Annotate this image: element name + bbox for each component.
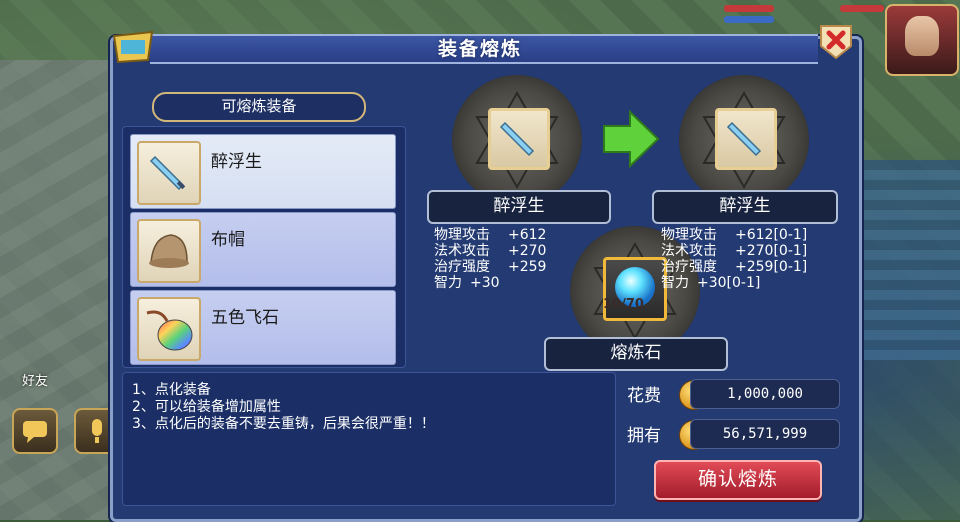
item-slot — [137, 219, 201, 283]
stat-label: 物理攻击 — [434, 227, 490, 243]
cost-label: 花费 — [627, 386, 661, 406]
arrow-right-icon — [603, 109, 660, 169]
item-slot — [137, 141, 201, 205]
dagger-icon — [726, 121, 762, 157]
close-button[interactable] — [815, 20, 857, 62]
dagger-icon — [149, 155, 186, 191]
mp-bar — [724, 16, 774, 23]
list-item-label: 布帽 — [211, 230, 245, 250]
description-line: 3、点化后的装备不要去重铸，后果会很严重！！ — [132, 416, 435, 432]
item-slot — [137, 297, 201, 361]
list-item-five-color-stone[interactable]: 五色飞石 — [130, 290, 396, 365]
result-stats: 物理攻击 +612[0-1] 法术攻击 +270[0-1] 治疗强度 +259[0-1… — [661, 227, 807, 291]
result-equipment-slot[interactable] — [715, 108, 777, 170]
cost-value: 1,000,000 — [690, 379, 840, 409]
list-item-label: 醉浮生 — [211, 152, 262, 172]
stat-value: +259 — [508, 259, 547, 275]
stat-label: 治疗强度 — [434, 259, 490, 275]
source-stats: 物理攻击 +612 法术攻击 +270 治疗强度 +259 智力 +30 — [434, 227, 546, 291]
chat-bubble-icon — [23, 421, 47, 443]
stat-label: 智力 — [661, 275, 689, 291]
stat-label: 智力 — [434, 275, 462, 291]
stat-label: 法术攻击 — [434, 243, 490, 259]
stat-value: +612 — [508, 227, 547, 243]
treasure-emblem-icon — [112, 30, 154, 64]
stat-value: +259[0-1] — [735, 259, 808, 275]
stat-value: +270[0-1] — [735, 243, 808, 259]
hud-status-bars — [700, 0, 890, 30]
friends-label[interactable]: 好友 — [22, 370, 48, 389]
stat-label: 法术攻击 — [661, 243, 717, 259]
source-equipment-slot[interactable] — [488, 108, 550, 170]
rainbow-stone-icon — [146, 310, 193, 351]
material-name: 熔炼石 — [544, 337, 728, 371]
result-item-name: 醉浮生 — [652, 190, 838, 224]
confirm-refine-button[interactable]: 确认熔炼 — [654, 460, 822, 500]
stat-value: +270 — [508, 243, 547, 259]
stat-value: +30[0-1] — [697, 275, 761, 291]
list-item-label: 五色飞石 — [211, 308, 279, 328]
target-hp-bar — [840, 5, 884, 12]
stat-label: 物理攻击 — [661, 227, 717, 243]
stat-label: 治疗强度 — [661, 259, 717, 275]
building-roof — [850, 160, 960, 360]
cloth-hat-icon — [149, 234, 189, 268]
dagger-icon — [499, 121, 535, 157]
stat-value: +30 — [470, 275, 500, 291]
stat-value: +612[0-1] — [735, 227, 808, 243]
material-count: 10/70 — [603, 297, 644, 312]
owned-value: 56,571,999 — [690, 419, 840, 449]
hp-bar — [724, 5, 774, 12]
list-item-cloth-hat[interactable]: 布帽 — [130, 212, 396, 287]
source-item-name: 醉浮生 — [427, 190, 611, 224]
chat-bubble-button[interactable] — [12, 408, 58, 454]
list-item-drunken-dagger[interactable]: 醉浮生 — [130, 134, 396, 209]
equipment-list-header: 可熔炼装备 — [152, 92, 366, 122]
owned-label: 拥有 — [627, 426, 661, 446]
